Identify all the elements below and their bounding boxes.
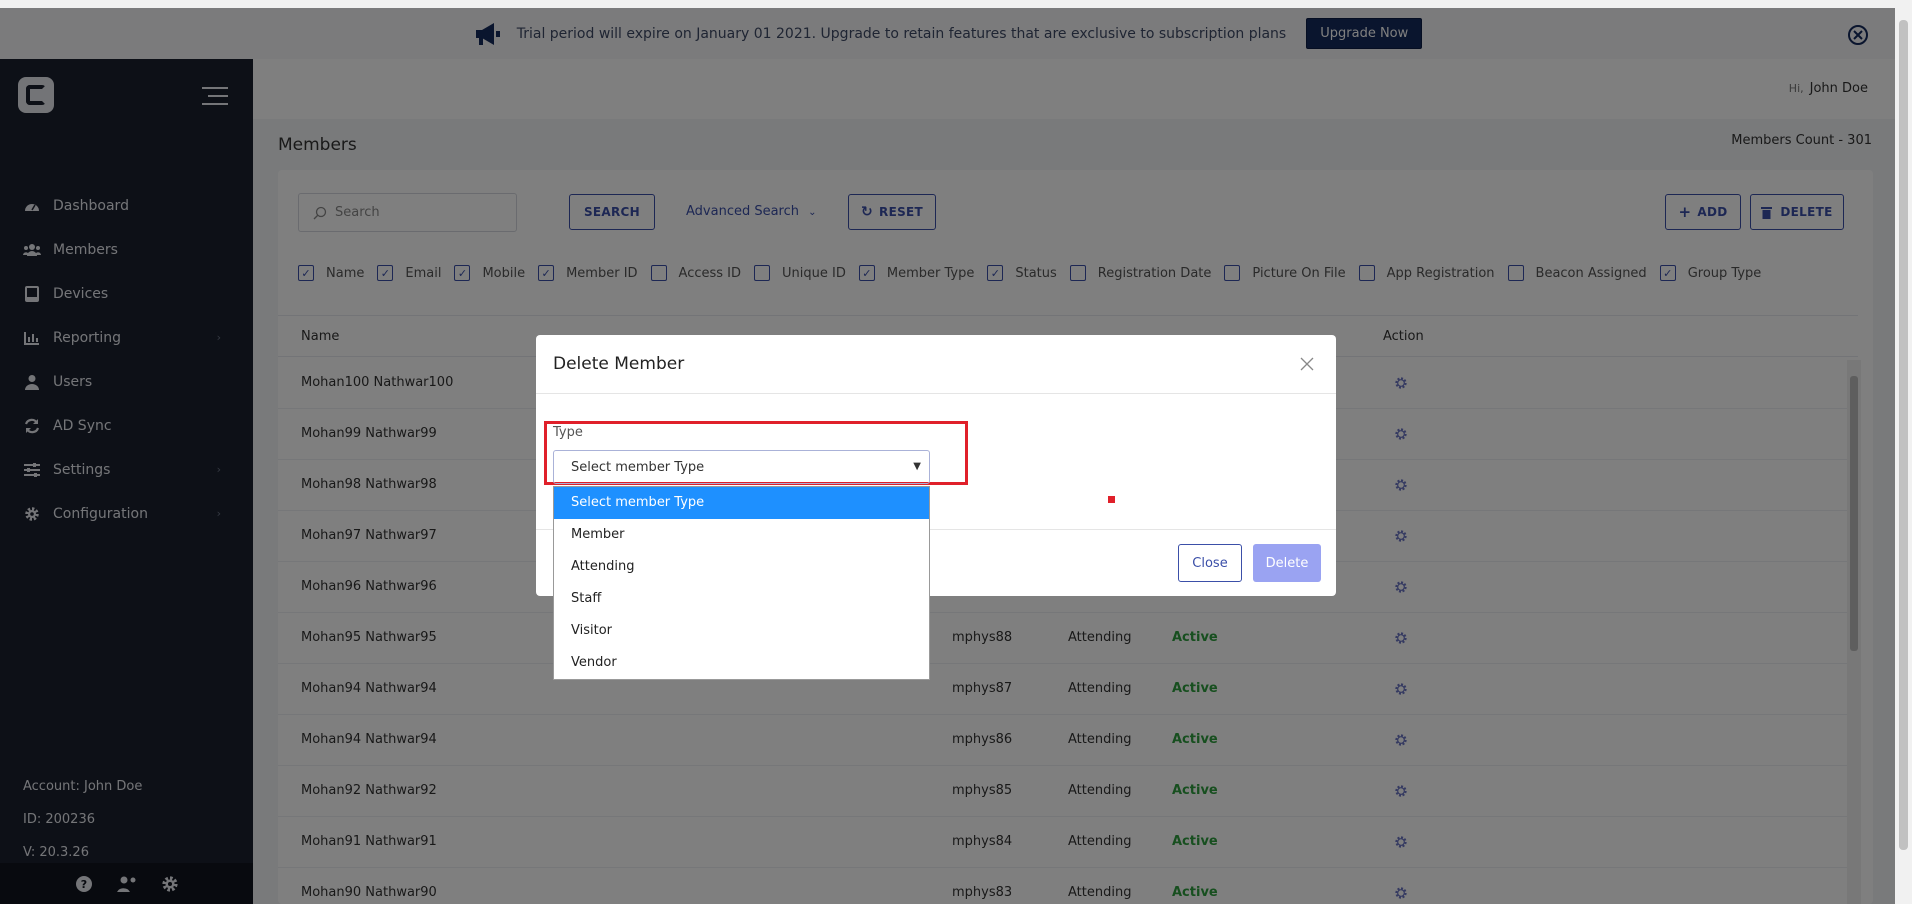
dropdown-option[interactable]: Attending — [554, 551, 929, 583]
close-icon[interactable] — [1300, 357, 1314, 371]
type-label: Type — [553, 425, 583, 440]
close-button[interactable]: Close — [1178, 544, 1242, 582]
dropdown-option[interactable]: Member — [554, 519, 929, 551]
delete-member-modal: Delete Member Type Select member Type ▼ … — [536, 335, 1336, 680]
dropdown-option[interactable]: Staff — [554, 583, 929, 615]
member-type-dropdown: Select member Type Member Attending Staf… — [553, 486, 930, 680]
select-value: Select member Type — [571, 460, 705, 475]
modal-title: Delete Member — [553, 354, 685, 374]
dropdown-option[interactable]: Visitor — [554, 615, 929, 647]
page-scrollbar[interactable] — [1895, 0, 1912, 904]
browser-top-strip — [0, 0, 1895, 8]
dropdown-option[interactable]: Select member Type — [554, 487, 929, 519]
chevron-down-icon: ▼ — [913, 461, 921, 472]
modal-divider — [536, 393, 1336, 394]
dropdown-option[interactable]: Vendor — [554, 647, 929, 679]
member-type-select[interactable]: Select member Type ▼ — [553, 450, 930, 484]
cursor-marker — [1108, 496, 1115, 503]
confirm-delete-button[interactable]: Delete — [1253, 544, 1321, 582]
